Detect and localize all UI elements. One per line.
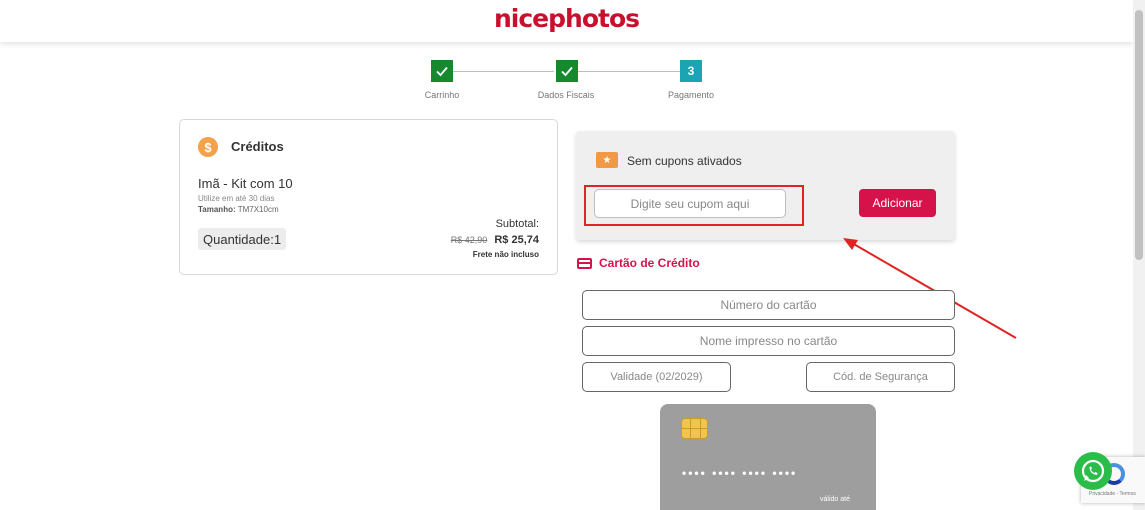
card-cvv-input[interactable] (806, 362, 955, 392)
product-validity: Utilize em até 30 dias (198, 194, 275, 203)
add-coupon-button[interactable]: Adicionar (859, 189, 936, 217)
product-size-value: TM7X10cm (235, 205, 279, 214)
dollar-coin-icon: $ (198, 137, 218, 157)
cart-summary-card: $ Créditos Imã - Kit com 10 Utilize em a… (179, 119, 558, 275)
cart-title: Créditos (231, 139, 284, 154)
stepper-connector (578, 71, 680, 72)
nicephotos-logo[interactable]: nicephotos (494, 4, 640, 33)
credit-card-icon (577, 257, 592, 269)
page-scrollbar[interactable] (1133, 0, 1145, 510)
cardholder-name-input[interactable] (582, 326, 955, 356)
product-name: Imã - Kit com 10 (198, 176, 293, 191)
scrollbar-thumb[interactable] (1135, 10, 1143, 260)
subtotal-label: Subtotal: (495, 218, 539, 230)
card-validity-label: válido até (820, 496, 850, 503)
step-carrinho-check-icon[interactable] (431, 60, 453, 82)
step-label-pagamento: Pagamento (667, 90, 715, 100)
quantity-badge: Quantidade:1 (198, 228, 287, 250)
original-price: R$ 42,90 (450, 235, 488, 245)
card-number-input[interactable] (582, 290, 955, 320)
payment-method-label: Cartão de Crédito (599, 256, 700, 270)
price-row: R$ 42,90 R$ 25,74 (451, 234, 539, 246)
discounted-price: R$ 25,74 (494, 234, 539, 246)
whatsapp-icon[interactable] (1074, 452, 1112, 490)
coupon-status: Sem cupons ativados (627, 154, 742, 168)
step-pagamento-number: 3 (680, 60, 702, 82)
product-size: Tamanho: TM7X10cm (198, 205, 279, 214)
step-label-carrinho: Carrinho (424, 90, 460, 100)
stepper-connector (453, 71, 554, 72)
coupon-panel: ★ Sem cupons ativados Adicionar (576, 131, 955, 240)
shipping-note: Frete não incluso (472, 250, 539, 259)
coupon-ticket-icon: ★ (596, 152, 618, 168)
step-dados-fiscais-check-icon[interactable] (556, 60, 578, 82)
credit-card-preview: •••• •••• •••• •••• válido até (660, 404, 876, 510)
coupon-input[interactable] (594, 189, 786, 218)
payment-method-header: Cartão de Crédito (577, 256, 700, 270)
step-label-dados-fiscais: Dados Fiscais (537, 90, 595, 100)
card-number-mask: •••• •••• •••• •••• (682, 466, 798, 480)
card-chip-icon (681, 418, 708, 439)
site-header: nicephotos (0, 0, 1133, 42)
product-size-label: Tamanho: (198, 205, 236, 214)
recaptcha-links[interactable]: Privacidade - Termos (1089, 491, 1136, 497)
card-expiry-input[interactable] (582, 362, 731, 392)
